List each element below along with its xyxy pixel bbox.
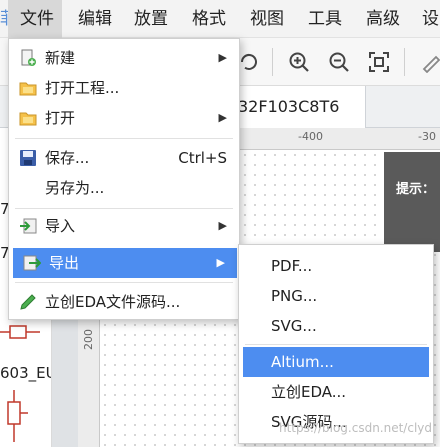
- pencil-icon: [20, 294, 36, 310]
- submenu-item-pdf[interactable]: PDF...: [239, 251, 433, 281]
- submenu-arrow-icon: ▶: [218, 219, 227, 232]
- hint-text: 提示：: [396, 182, 436, 197]
- menu-item-open-project[interactable]: 打开工程...: [9, 73, 239, 103]
- menu-item-label: 新建: [45, 49, 76, 67]
- menu-advanced[interactable]: 高级: [366, 0, 400, 38]
- menu-fragment: 菲: [0, 0, 8, 38]
- menu-format[interactable]: 格式: [192, 0, 226, 38]
- menu-item-label: 打开: [45, 109, 76, 127]
- menu-place[interactable]: 放置: [134, 0, 168, 38]
- menu-separator: [245, 344, 427, 345]
- new-file-icon: [21, 49, 36, 66]
- fit-view-icon[interactable]: [368, 51, 390, 73]
- file-menu: 新建 ▶ 打开工程... 打开 ▶ 保存... Ctrl+S 另存为... 导入…: [8, 38, 240, 320]
- menu-item-label: 导入: [45, 217, 76, 235]
- save-icon: [20, 150, 36, 166]
- menu-item-export[interactable]: 导出 ▶: [13, 248, 237, 278]
- ruler-label: -400: [298, 130, 323, 143]
- menu-item-open[interactable]: 打开 ▶: [9, 103, 239, 133]
- watermark: https://blog.csdn.net/clyd: [278, 421, 432, 435]
- pencil-tool-icon[interactable]: [420, 51, 440, 73]
- menu-item-label: 导出: [49, 254, 80, 272]
- menu-item-import[interactable]: 导入 ▶: [9, 211, 239, 241]
- folder-project-icon: [19, 82, 37, 96]
- zoom-out-icon[interactable]: [328, 51, 350, 73]
- ruler-label: 200: [82, 329, 95, 350]
- import-icon: [20, 218, 37, 234]
- resistor-symbol-icon[interactable]: [0, 320, 40, 344]
- submenu-arrow-icon: ▶: [218, 51, 227, 64]
- menu-separator: [15, 208, 233, 209]
- menu-separator: [15, 282, 233, 283]
- menu-item-source[interactable]: 立创EDA文件源码...: [9, 287, 239, 317]
- folder-open-icon: [19, 112, 37, 126]
- menu-tools[interactable]: 工具: [308, 0, 342, 38]
- menu-item-label: 打开工程...: [45, 79, 120, 97]
- potentiometer-symbol-icon[interactable]: [0, 390, 40, 442]
- menu-item-label: 另存为...: [45, 179, 105, 197]
- menu-item-save-as[interactable]: 另存为...: [9, 173, 239, 203]
- toolbar-divider: [272, 48, 273, 76]
- top-ruler: -400 -30: [236, 128, 440, 150]
- submenu-item-png[interactable]: PNG...: [239, 281, 433, 311]
- tab-schematic[interactable]: 32F103C8T6: [236, 86, 366, 128]
- submenu-item-altium[interactable]: Altium...: [243, 347, 429, 377]
- submenu-item-svg[interactable]: SVG...: [239, 311, 433, 341]
- menu-item-label: SVG...: [271, 317, 317, 335]
- menu-settings[interactable]: 设: [422, 0, 439, 38]
- zoom-in-icon[interactable]: [288, 51, 310, 73]
- menu-item-label: PNG...: [271, 287, 318, 305]
- submenu-arrow-icon: ▶: [216, 256, 225, 269]
- export-icon: [23, 255, 41, 271]
- submenu-arrow-icon: ▶: [218, 111, 227, 124]
- rotate-icon[interactable]: [238, 51, 260, 73]
- submenu-item-easyeda[interactable]: 立创EDA...: [239, 377, 433, 407]
- hint-panel: 提示：: [384, 152, 440, 252]
- panel-text: 603_EU: [0, 364, 52, 382]
- menu-item-label: Altium...: [271, 353, 334, 371]
- menu-edit[interactable]: 编辑: [78, 0, 112, 38]
- menu-item-label: 立创EDA...: [271, 383, 347, 401]
- menu-file[interactable]: 文件: [8, 0, 62, 38]
- menu-item-label: 保存...: [45, 149, 90, 167]
- ruler-label: -30: [418, 130, 436, 143]
- menu-view[interactable]: 视图: [250, 0, 284, 38]
- menu-separator: [15, 138, 233, 139]
- menu-item-label: PDF...: [271, 257, 313, 275]
- menu-bar: 菲 文件 编辑 放置 格式 视图 工具 高级 设: [0, 0, 440, 38]
- toolbar-divider: [404, 48, 405, 76]
- shortcut-text: Ctrl+S: [178, 149, 227, 167]
- menu-item-save[interactable]: 保存... Ctrl+S: [9, 143, 239, 173]
- menu-item-new[interactable]: 新建 ▶: [9, 43, 239, 73]
- menu-item-label: 立创EDA文件源码...: [45, 293, 181, 311]
- export-submenu: PDF... PNG... SVG... Altium... 立创EDA... …: [238, 244, 434, 444]
